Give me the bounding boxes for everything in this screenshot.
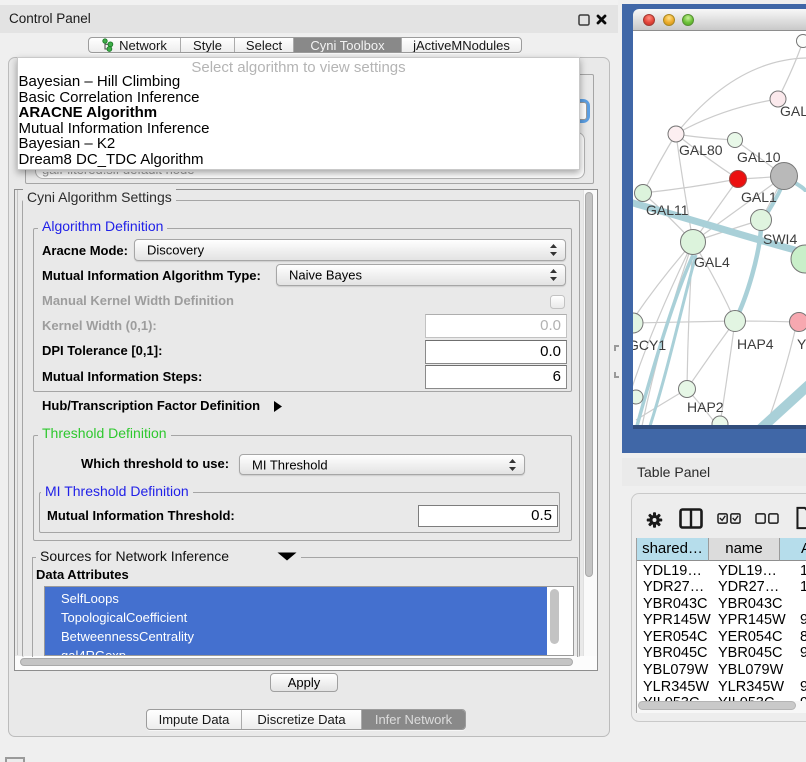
svg-text:YM: YM — [797, 336, 806, 352]
svg-text:GAL80: GAL80 — [679, 142, 723, 158]
svg-text:GAL4: GAL4 — [694, 254, 730, 270]
svg-text:HAP4: HAP4 — [737, 336, 774, 352]
svg-text:GAL11: GAL11 — [646, 202, 689, 218]
svg-text:GAL7: GAL7 — [780, 103, 806, 119]
svg-text:SWI4: SWI4 — [763, 231, 797, 247]
svg-text:HAP2: HAP2 — [687, 399, 724, 415]
svg-text:GAL1: GAL1 — [741, 189, 777, 205]
svg-text:GCY1: GCY1 — [633, 337, 666, 353]
svg-text:GAL10: GAL10 — [737, 149, 781, 165]
